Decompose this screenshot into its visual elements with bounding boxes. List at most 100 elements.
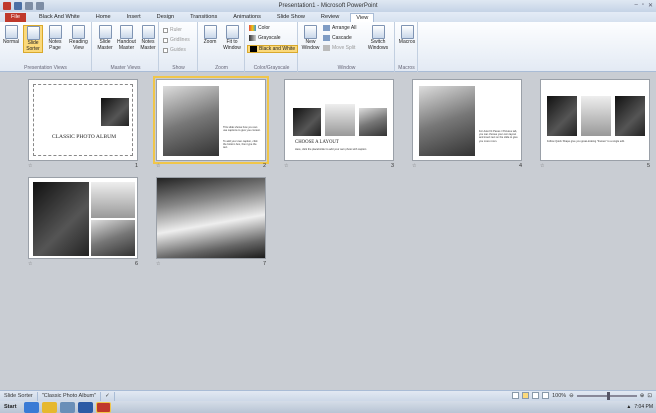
ruler-checkbox[interactable]: Ruler — [163, 27, 182, 33]
slide-sorter-button[interactable]: Slide Sorter — [23, 25, 43, 53]
slide-sorter-icon[interactable] — [522, 392, 530, 399]
close-icon[interactable]: ✕ — [648, 2, 653, 9]
tray-icon[interactable]: ▲ — [626, 404, 631, 410]
word-icon[interactable] — [77, 401, 93, 413]
system-tray: ▲ 7:04 PM — [626, 401, 653, 413]
status-theme-label[interactable]: "Classic Photo Album" — [38, 391, 102, 401]
transition-icon: ☆ — [156, 163, 161, 169]
zoom-in-icon[interactable]: ⊕ — [640, 393, 645, 399]
tab-insert[interactable]: Insert — [122, 13, 146, 22]
move-split-icon — [323, 45, 330, 51]
slide-number: 2 — [262, 163, 266, 169]
tab-animations[interactable]: Animations — [228, 13, 266, 22]
zoom-button[interactable]: Zoom — [201, 25, 219, 46]
redo-icon[interactable] — [36, 2, 44, 10]
minimize-icon[interactable]: – — [634, 2, 637, 9]
slide-photo — [157, 178, 265, 258]
normal-view-icon — [4, 25, 18, 39]
slide-thumbnail-6[interactable] — [28, 177, 138, 259]
group-macros: Macros Macros — [396, 22, 418, 72]
fit-to-window-button[interactable]: Fit to Window — [220, 25, 244, 51]
black-and-white-button[interactable]: Black and White — [247, 45, 299, 53]
notes-master-icon — [141, 25, 155, 39]
reading-view-icon — [72, 25, 85, 39]
zoom-slider-handle[interactable] — [606, 391, 610, 400]
tab-view[interactable]: View — [350, 13, 375, 22]
tab-review[interactable]: Review — [316, 13, 344, 22]
folder-icon[interactable] — [41, 401, 57, 413]
slide-photo — [615, 96, 645, 136]
fit-window-icon — [225, 25, 239, 39]
grayscale-button[interactable]: Grayscale — [249, 35, 281, 41]
powerpoint-logo-icon — [3, 2, 11, 10]
color-swatch-icon — [249, 25, 256, 31]
slide-caption: Here, click the placeholder to add your … — [295, 148, 367, 151]
guides-checkbox[interactable]: Guides — [163, 47, 186, 53]
slide-number: 3 — [390, 163, 394, 169]
save-icon[interactable] — [14, 2, 22, 10]
fit-slide-icon[interactable]: ⊡ — [647, 393, 652, 399]
normal-view-button[interactable]: Normal — [1, 25, 21, 46]
reading-view-icon[interactable] — [532, 392, 540, 399]
restore-icon[interactable]: ▫ — [642, 2, 644, 9]
group-show: Ruler Gridlines Guides Show — [160, 22, 198, 72]
transition-icon: ☆ — [28, 163, 33, 169]
macros-button[interactable]: Macros — [397, 25, 417, 46]
zoom-level[interactable]: 100% — [552, 393, 566, 399]
spellcheck-icon[interactable]: ✓ — [101, 391, 115, 401]
media-icon[interactable] — [59, 401, 75, 413]
taskbar: Start ▲ 7:04 PM — [0, 401, 656, 413]
switch-windows-button[interactable]: Switch Windows — [365, 25, 391, 51]
status-view-label: Slide Sorter — [0, 391, 38, 401]
notes-page-button[interactable]: Notes Page — [45, 25, 65, 51]
gridlines-checkbox[interactable]: Gridlines — [163, 37, 190, 43]
tab-home[interactable]: Home — [91, 13, 116, 22]
ribbon: Normal Slide Sorter Notes Page Reading V… — [0, 22, 656, 72]
browser-icon[interactable] — [23, 401, 39, 413]
group-master-views: Slide Master Handout Master Notes Master… — [93, 22, 159, 72]
slide-caption: To add your own caption, click the botto… — [223, 140, 258, 150]
tab-design[interactable]: Design — [152, 13, 179, 22]
notes-master-button[interactable]: Notes Master — [138, 25, 158, 51]
color-button[interactable]: Color — [249, 25, 270, 31]
slide-title: CLASSIC PHOTO ALBUM — [51, 134, 117, 140]
slide-master-button[interactable]: Slide Master — [95, 25, 115, 51]
tab-black-and-white[interactable]: Black And White — [34, 13, 85, 22]
start-button[interactable]: Start — [0, 402, 21, 413]
cascade-button[interactable]: Cascade — [323, 35, 352, 41]
slide-photo — [547, 96, 577, 136]
slide-sorter-icon — [26, 26, 40, 40]
slide-thumbnail-2[interactable]: This slide shows how you can use caption… — [153, 76, 269, 164]
handout-master-button[interactable]: Handout Master — [116, 25, 137, 51]
group-zoom: Zoom Fit to Window Zoom — [199, 22, 245, 72]
slide-thumbnail-3[interactable]: CHOOSE A LAYOUT Here, click the placehol… — [284, 79, 394, 161]
quick-access-toolbar — [0, 2, 44, 10]
grayscale-swatch-icon — [249, 35, 256, 41]
tab-transitions[interactable]: Transitions — [185, 13, 222, 22]
zoom-slider[interactable] — [576, 391, 637, 400]
slide-show-icon[interactable] — [542, 392, 550, 399]
tab-file[interactable]: File — [5, 13, 27, 22]
new-window-button[interactable]: New Window — [300, 25, 321, 51]
slide-photo — [163, 86, 219, 156]
move-split-button[interactable]: Move Split — [323, 45, 355, 51]
slide-thumbnail-1[interactable]: CLASSIC PHOTO ALBUM — [28, 79, 138, 161]
slide-thumbnail-7[interactable] — [156, 177, 266, 259]
arrange-all-button[interactable]: Arrange All — [323, 25, 356, 31]
powerpoint-icon[interactable] — [95, 401, 111, 413]
slide-photo — [33, 182, 89, 256]
bw-swatch-icon — [250, 46, 257, 52]
clock[interactable]: 7:04 PM — [634, 404, 653, 410]
slide-sorter-area: CLASSIC PHOTO ALBUM ☆ 1 This slide shows… — [0, 73, 656, 390]
slide-thumbnail-5[interactable]: Follow Quick Shape give you great-lookin… — [540, 79, 650, 161]
tab-slide-show[interactable]: Slide Show — [272, 13, 310, 22]
transition-icon: ☆ — [28, 261, 33, 267]
normal-view-icon[interactable] — [512, 392, 520, 399]
undo-icon[interactable] — [25, 2, 33, 10]
slide-number: 1 — [134, 163, 138, 169]
zoom-out-icon[interactable]: ⊖ — [569, 393, 574, 399]
slide-thumbnail-4[interactable]: For Auto Fit Panes / Pictures tab, you c… — [412, 79, 522, 161]
window-controls: – ▫ ✕ — [634, 2, 653, 9]
slide-photo — [581, 96, 611, 136]
reading-view-button[interactable]: Reading View — [67, 25, 90, 51]
